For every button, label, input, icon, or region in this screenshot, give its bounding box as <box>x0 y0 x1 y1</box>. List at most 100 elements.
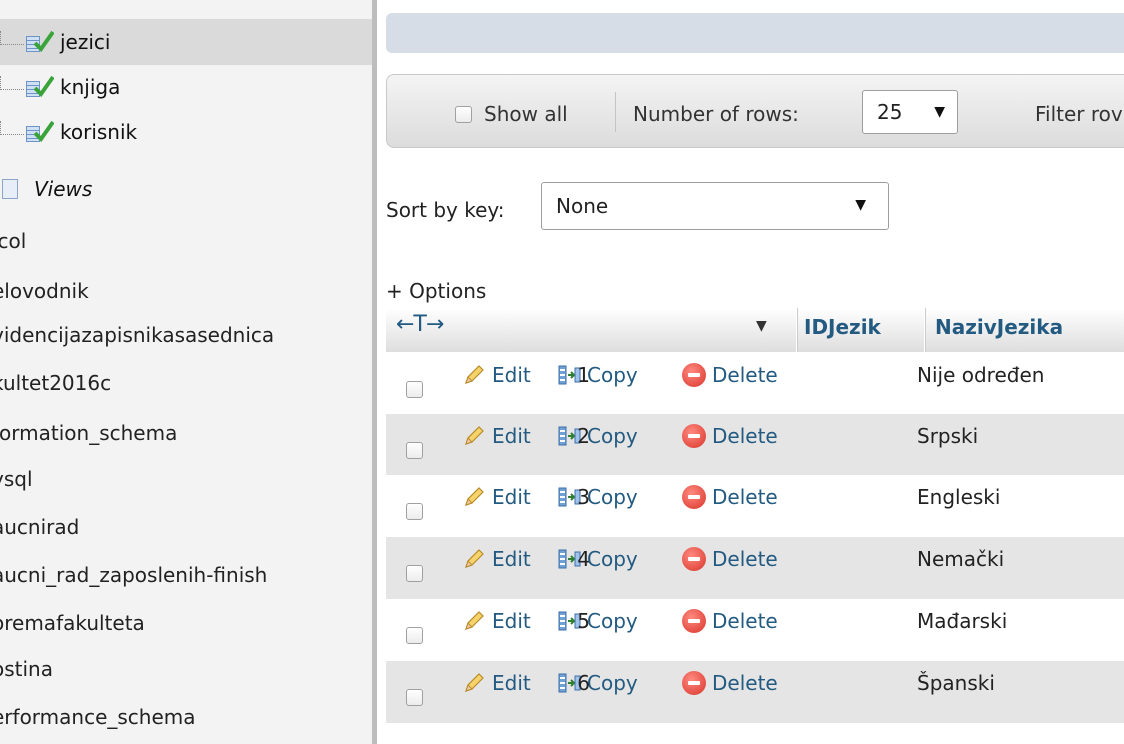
delete-label: Delete <box>712 609 778 633</box>
pencil-icon <box>465 365 484 384</box>
sidebar-database-item[interactable]: elovodnik <box>0 268 97 314</box>
main-content: Show all Number of rows: 25 ▼ Filter rov… <box>377 0 1124 744</box>
delete-label: Delete <box>712 363 778 387</box>
cell-nazivjezika: Mađarski <box>917 609 1008 633</box>
sidebar-database-item[interactable]: erformance_schema <box>0 694 204 740</box>
edit-label: Edit <box>492 363 531 387</box>
sidebar-table-jezici[interactable]: jezici <box>0 19 372 65</box>
show-all-label: Show all <box>484 102 568 126</box>
edit-button[interactable]: Edit <box>462 363 531 387</box>
delete-label: Delete <box>712 671 778 695</box>
rows-per-page-value: 25 <box>877 100 903 124</box>
sort-by-key-value: None <box>556 194 609 218</box>
tree-connector <box>0 31 24 45</box>
column-header-nazivjezika[interactable]: NazivJezika <box>935 315 1063 339</box>
edit-label: Edit <box>492 671 531 695</box>
delete-icon <box>682 609 706 633</box>
table-row: Edit Copy Delete 2 Srpski <box>386 414 1124 476</box>
show-all-toggle[interactable]: Show all <box>455 102 568 126</box>
sidebar-database-item[interactable]: lcol <box>0 218 34 264</box>
delete-button[interactable]: Delete <box>682 609 778 633</box>
table-row: Edit Copy Delete 4 Nemački <box>386 537 1124 599</box>
row-checkbox[interactable] <box>406 689 423 706</box>
sidebar-database-item[interactable]: kultet2016c <box>0 360 119 406</box>
row-checkbox[interactable] <box>406 565 423 582</box>
table-row: Edit Copy Delete 6 Španski <box>386 661 1124 723</box>
sidebar-table-korisnik[interactable]: korisnik <box>0 109 372 155</box>
row-checkbox[interactable] <box>406 442 423 459</box>
delete-button[interactable]: Delete <box>682 363 778 387</box>
delete-icon <box>682 424 706 448</box>
sidebar-database-item[interactable]: formation_schema <box>0 410 185 456</box>
copy-button[interactable]: Copy <box>557 547 638 571</box>
pencil-icon <box>465 487 484 506</box>
sidebar-database-item[interactable]: videncijazapisnikasasednica <box>0 312 282 358</box>
sidebar-database-item[interactable]: aucni_rad_zaposlenih-finish <box>0 552 275 598</box>
column-arrows-icon[interactable]: ←T→ <box>396 312 444 337</box>
pencil-icon <box>465 549 484 568</box>
row-checkbox[interactable] <box>406 627 423 644</box>
tree-connector <box>0 121 24 135</box>
copy-label: Copy <box>587 363 638 387</box>
delete-icon <box>682 485 706 509</box>
filter-rows-label: Filter rov <box>1035 102 1123 126</box>
sidebar-database-item[interactable]: ysql <box>0 456 41 502</box>
sidebar-table-knjiga[interactable]: knjiga <box>0 64 372 110</box>
sidebar-views-node[interactable]: Views <box>0 166 372 212</box>
edit-button[interactable]: Edit <box>462 609 531 633</box>
copy-button[interactable]: Copy <box>557 424 638 448</box>
cell-nazivjezika: Nemački <box>917 547 1005 571</box>
delete-button[interactable]: Delete <box>682 424 778 448</box>
edit-button[interactable]: Edit <box>462 485 531 509</box>
copy-button[interactable]: Copy <box>557 485 638 509</box>
cell-nazivjezika: Srpski <box>917 424 979 448</box>
pencil-icon <box>465 673 484 692</box>
delete-button[interactable]: Delete <box>682 485 778 509</box>
edit-button[interactable]: Edit <box>462 547 531 571</box>
sort-by-key-label: Sort by key: <box>386 198 505 222</box>
tree-connector <box>0 76 24 90</box>
dropdown-arrow-icon: ▼ <box>855 197 866 213</box>
edit-label: Edit <box>492 485 531 509</box>
sidebar-database-item[interactable]: aucnirad <box>0 504 87 550</box>
views-label: Views <box>34 177 93 201</box>
pencil-icon <box>465 426 484 445</box>
copy-label: Copy <box>587 547 638 571</box>
dropdown-arrow-icon: ▼ <box>934 104 945 120</box>
sidebar-table-label: knjiga <box>60 75 121 99</box>
cell-idjezik: 3 <box>577 485 590 509</box>
delete-icon <box>682 547 706 571</box>
copy-label: Copy <box>587 424 638 448</box>
sort-triangle-icon[interactable]: ▼ <box>756 318 767 334</box>
cell-idjezik: 5 <box>577 609 590 633</box>
copy-label: Copy <box>587 609 638 633</box>
copy-button[interactable]: Copy <box>557 363 638 387</box>
sidebar-database-item[interactable]: oremafakulteta <box>0 600 153 646</box>
header-divider <box>924 308 925 352</box>
rows-label: Number of rows: <box>633 102 799 126</box>
sidebar-database-item[interactable]: ostina <box>0 646 61 692</box>
options-toggle-link[interactable]: + Options <box>386 279 486 303</box>
row-checkbox[interactable] <box>406 381 423 398</box>
table-row: Edit Copy Delete 1 Nije određen <box>386 353 1124 415</box>
sort-by-key-select[interactable]: None ▼ <box>541 182 889 230</box>
cell-nazivjezika: Nije određen <box>917 363 1045 387</box>
sidebar-table-label: korisnik <box>60 120 138 144</box>
delete-icon <box>682 363 706 387</box>
delete-label: Delete <box>712 547 778 571</box>
delete-label: Delete <box>712 485 778 509</box>
rows-per-page-select[interactable]: 25 ▼ <box>862 90 958 134</box>
top-info-bar <box>386 13 1124 53</box>
delete-button[interactable]: Delete <box>682 671 778 695</box>
delete-button[interactable]: Delete <box>682 547 778 571</box>
column-header-idjezik[interactable]: IDJezik <box>804 315 881 339</box>
copy-button[interactable]: Copy <box>557 609 638 633</box>
cell-idjezik: 1 <box>577 363 590 387</box>
show-all-checkbox[interactable] <box>455 105 472 123</box>
edit-button[interactable]: Edit <box>462 424 531 448</box>
row-checkbox[interactable] <box>406 503 423 520</box>
edit-button[interactable]: Edit <box>462 671 531 695</box>
copy-button[interactable]: Copy <box>557 671 638 695</box>
results-navigation-bar: Show all Number of rows: 25 ▼ Filter rov <box>386 74 1124 148</box>
sidebar-table-label: jezici <box>60 30 111 54</box>
